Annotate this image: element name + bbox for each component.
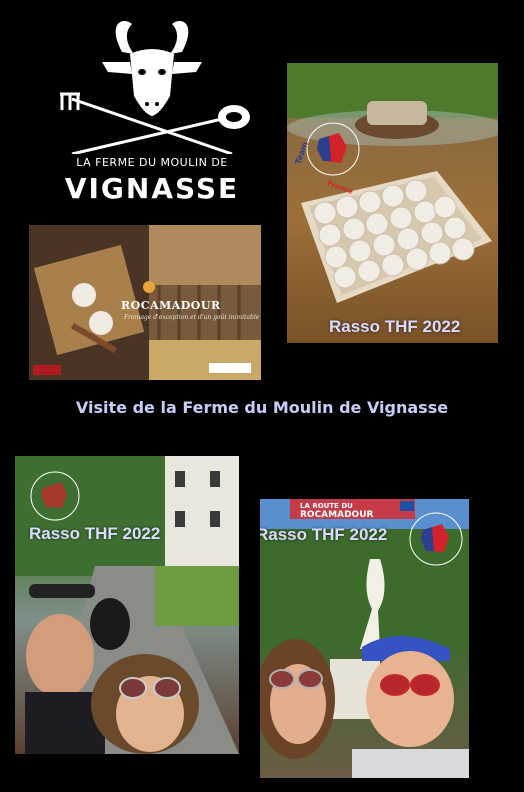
rasso-label: Rasso THF 2022: [329, 317, 461, 336]
road-sign-line1: LA ROUTE DU: [300, 502, 353, 510]
logo-bottom-text: VIGNASSE: [64, 172, 240, 205]
goat-head-icon: [60, 21, 250, 156]
logo-top-text: LA FERME DU MOULIN DE: [76, 156, 228, 169]
page-caption: Visite de la Ferme du Moulin de Vignasse: [75, 398, 449, 417]
rasso-label: Rasso THF 2022: [260, 525, 388, 544]
rocamadour-subtitle: Fromage d'exception et d'un goût inimita…: [124, 314, 260, 321]
road-sign-line2: ROCAMADOUR: [300, 510, 374, 520]
rocamadour-photo: ROCAMADOUR Fromage d'exception et d'un g…: [29, 225, 261, 380]
cheese-tray-image: Team France: [287, 63, 498, 303]
farm-logo: LA FERME DU MOULIN DE VIGNASSE: [52, 14, 252, 214]
badge-france-text: France: [326, 179, 354, 196]
selfie-road-photo: Rasso THF 2022: [15, 456, 239, 754]
rocamadour-title: ROCAMADOUR: [121, 299, 221, 312]
cheese-tray-photo: Team France Rasso THF 2022: [287, 63, 498, 343]
selfie-goat-sign-photo: LA ROUTE DU ROCAMADOUR Rasso THF 2022: [260, 499, 469, 778]
rasso-label: Rasso THF 2022: [29, 524, 161, 543]
selfie-road-image: [15, 456, 239, 754]
